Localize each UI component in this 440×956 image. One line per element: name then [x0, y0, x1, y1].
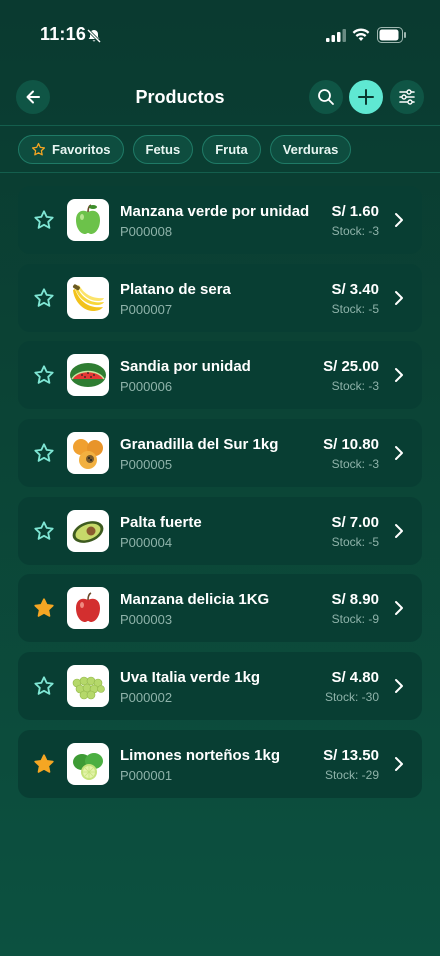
chip-favoritos[interactable]: Favoritos — [18, 135, 124, 164]
star-outline-icon[interactable] — [33, 675, 55, 697]
red-apple-icon — [76, 592, 100, 623]
product-name: Sandia por unidad — [120, 358, 251, 376]
star-outline-icon[interactable] — [33, 364, 55, 386]
chip-fruta[interactable]: Fruta — [202, 135, 261, 164]
product-code: P000007 — [120, 301, 173, 317]
chevron-right-icon — [395, 523, 403, 538]
green-grapes-icon — [72, 676, 105, 700]
product-stock: Stock: -30 — [324, 690, 379, 705]
star-outline-icon[interactable] — [33, 520, 55, 542]
star-filled-icon[interactable] — [33, 597, 55, 619]
product-name: Granadilla del Sur 1kg — [120, 436, 279, 454]
product-image — [67, 665, 109, 708]
product-name: Uva Italia verde 1kg — [120, 669, 261, 687]
product-code: P000008 — [120, 224, 173, 239]
product-stock: Stock: -5 — [331, 534, 379, 549]
status-bar: 11:16 — [0, 0, 440, 70]
bananas-icon — [72, 284, 104, 311]
header-divider — [0, 125, 440, 126]
search-icon — [318, 89, 334, 105]
product-stock: Stock: -9 — [331, 612, 379, 627]
product-name: Manzana verde por unidad — [120, 203, 310, 220]
product-price: S/ 7.00 — [331, 513, 379, 531]
product-card[interactable]: Manzana delicia 1KG P000003 S/ 8.90 Stoc… — [18, 574, 422, 643]
search-button[interactable] — [309, 80, 343, 114]
star-outline-icon[interactable] — [33, 209, 55, 231]
product-price: S/ 10.80 — [323, 436, 379, 454]
cellular-signal-icon — [326, 29, 346, 42]
product-card[interactable]: Limones norteños 1kg P000001 S/ 13.50 St… — [18, 729, 422, 798]
page-title: Productos — [135, 87, 225, 107]
chip-label: Fruta — [215, 142, 248, 157]
chevron-right-icon — [395, 679, 403, 694]
category-chips: Favoritos Fetus Fruta Verduras — [18, 135, 352, 165]
product-stock: Stock: -3 — [331, 224, 379, 238]
product-card[interactable]: Sandia por unidad P000006 S/ 25.00 Stock… — [18, 341, 422, 410]
chip-label: Favoritos — [52, 142, 111, 157]
product-image — [67, 509, 109, 552]
product-code: P000003 — [120, 612, 173, 628]
product-name: Manzana delicia 1KG — [120, 591, 270, 609]
product-code: P000005 — [120, 457, 173, 473]
add-product-button[interactable] — [349, 80, 383, 114]
chevron-right-icon — [395, 368, 403, 383]
product-image — [67, 742, 109, 785]
product-card[interactable]: Palta fuerte P000004 S/ 7.00 Stock: -5 — [18, 496, 422, 565]
product-stock: Stock: -3 — [331, 457, 379, 472]
product-card[interactable]: Platano de sera P000007 S/ 3.40 Stock: -… — [18, 263, 422, 332]
sliders-icon — [399, 89, 415, 105]
product-code: P000004 — [120, 534, 173, 550]
status-time: 11:16 — [40, 24, 87, 44]
chip-fetus[interactable]: Fetus — [132, 135, 194, 164]
product-name: Platano de sera — [120, 280, 231, 298]
star-filled-icon[interactable] — [33, 753, 55, 775]
chevron-right-icon — [395, 601, 403, 616]
product-card[interactable]: Uva Italia verde 1kg P000002 S/ 4.80 Sto… — [18, 652, 422, 721]
product-image — [67, 199, 109, 241]
chevron-right-icon — [395, 756, 403, 771]
product-price: S/ 1.60 — [331, 203, 379, 220]
granadilla-icon — [73, 439, 103, 470]
product-name: Palta fuerte — [120, 513, 202, 531]
chips-divider — [0, 172, 440, 173]
chevron-right-icon — [395, 446, 403, 461]
chip-label: Verduras — [282, 142, 339, 157]
product-image — [67, 354, 109, 397]
product-card[interactable]: Granadilla del Sur 1kg P000005 S/ 10.80 … — [18, 419, 422, 488]
product-price: S/ 25.00 — [323, 358, 379, 376]
product-code: P000001 — [120, 767, 173, 783]
product-price: S/ 3.40 — [331, 280, 379, 298]
product-image — [67, 587, 109, 630]
chip-verduras[interactable]: Verduras — [269, 135, 352, 164]
plus-icon — [358, 89, 374, 105]
product-card[interactable]: Manzana verde por unidad P000008 S/ 1.60… — [18, 186, 422, 254]
product-name: Limones norteños 1kg — [120, 746, 281, 764]
product-price: S/ 4.80 — [331, 669, 379, 687]
product-stock: Stock: -5 — [331, 301, 379, 316]
product-image — [67, 432, 109, 475]
product-image — [67, 276, 109, 319]
bell-slash-icon — [86, 28, 102, 44]
product-code: P000002 — [120, 690, 173, 706]
product-code: P000006 — [120, 379, 173, 395]
top-app-bar: Productos — [0, 78, 440, 124]
chevron-right-icon — [395, 213, 403, 227]
product-price: S/ 13.50 — [323, 746, 379, 764]
product-stock: Stock: -3 — [331, 379, 379, 394]
product-price: S/ 8.90 — [331, 591, 379, 609]
chip-label: Fetus — [145, 142, 181, 157]
chevron-right-icon — [395, 290, 403, 305]
product-stock: Stock: -29 — [324, 767, 379, 782]
watermelon-icon — [70, 363, 106, 388]
green-apple-icon — [76, 204, 100, 234]
avocado-icon — [72, 520, 104, 543]
star-outline-icon[interactable] — [33, 287, 55, 309]
star-outline-icon — [31, 142, 46, 156]
wifi-icon — [352, 28, 370, 41]
star-outline-icon[interactable] — [33, 442, 55, 464]
filter-button[interactable] — [390, 80, 424, 114]
battery-icon — [377, 27, 406, 43]
limes-icon — [73, 752, 103, 780]
product-list: Manzana verde por unidad P000008 S/ 1.60… — [18, 186, 422, 808]
